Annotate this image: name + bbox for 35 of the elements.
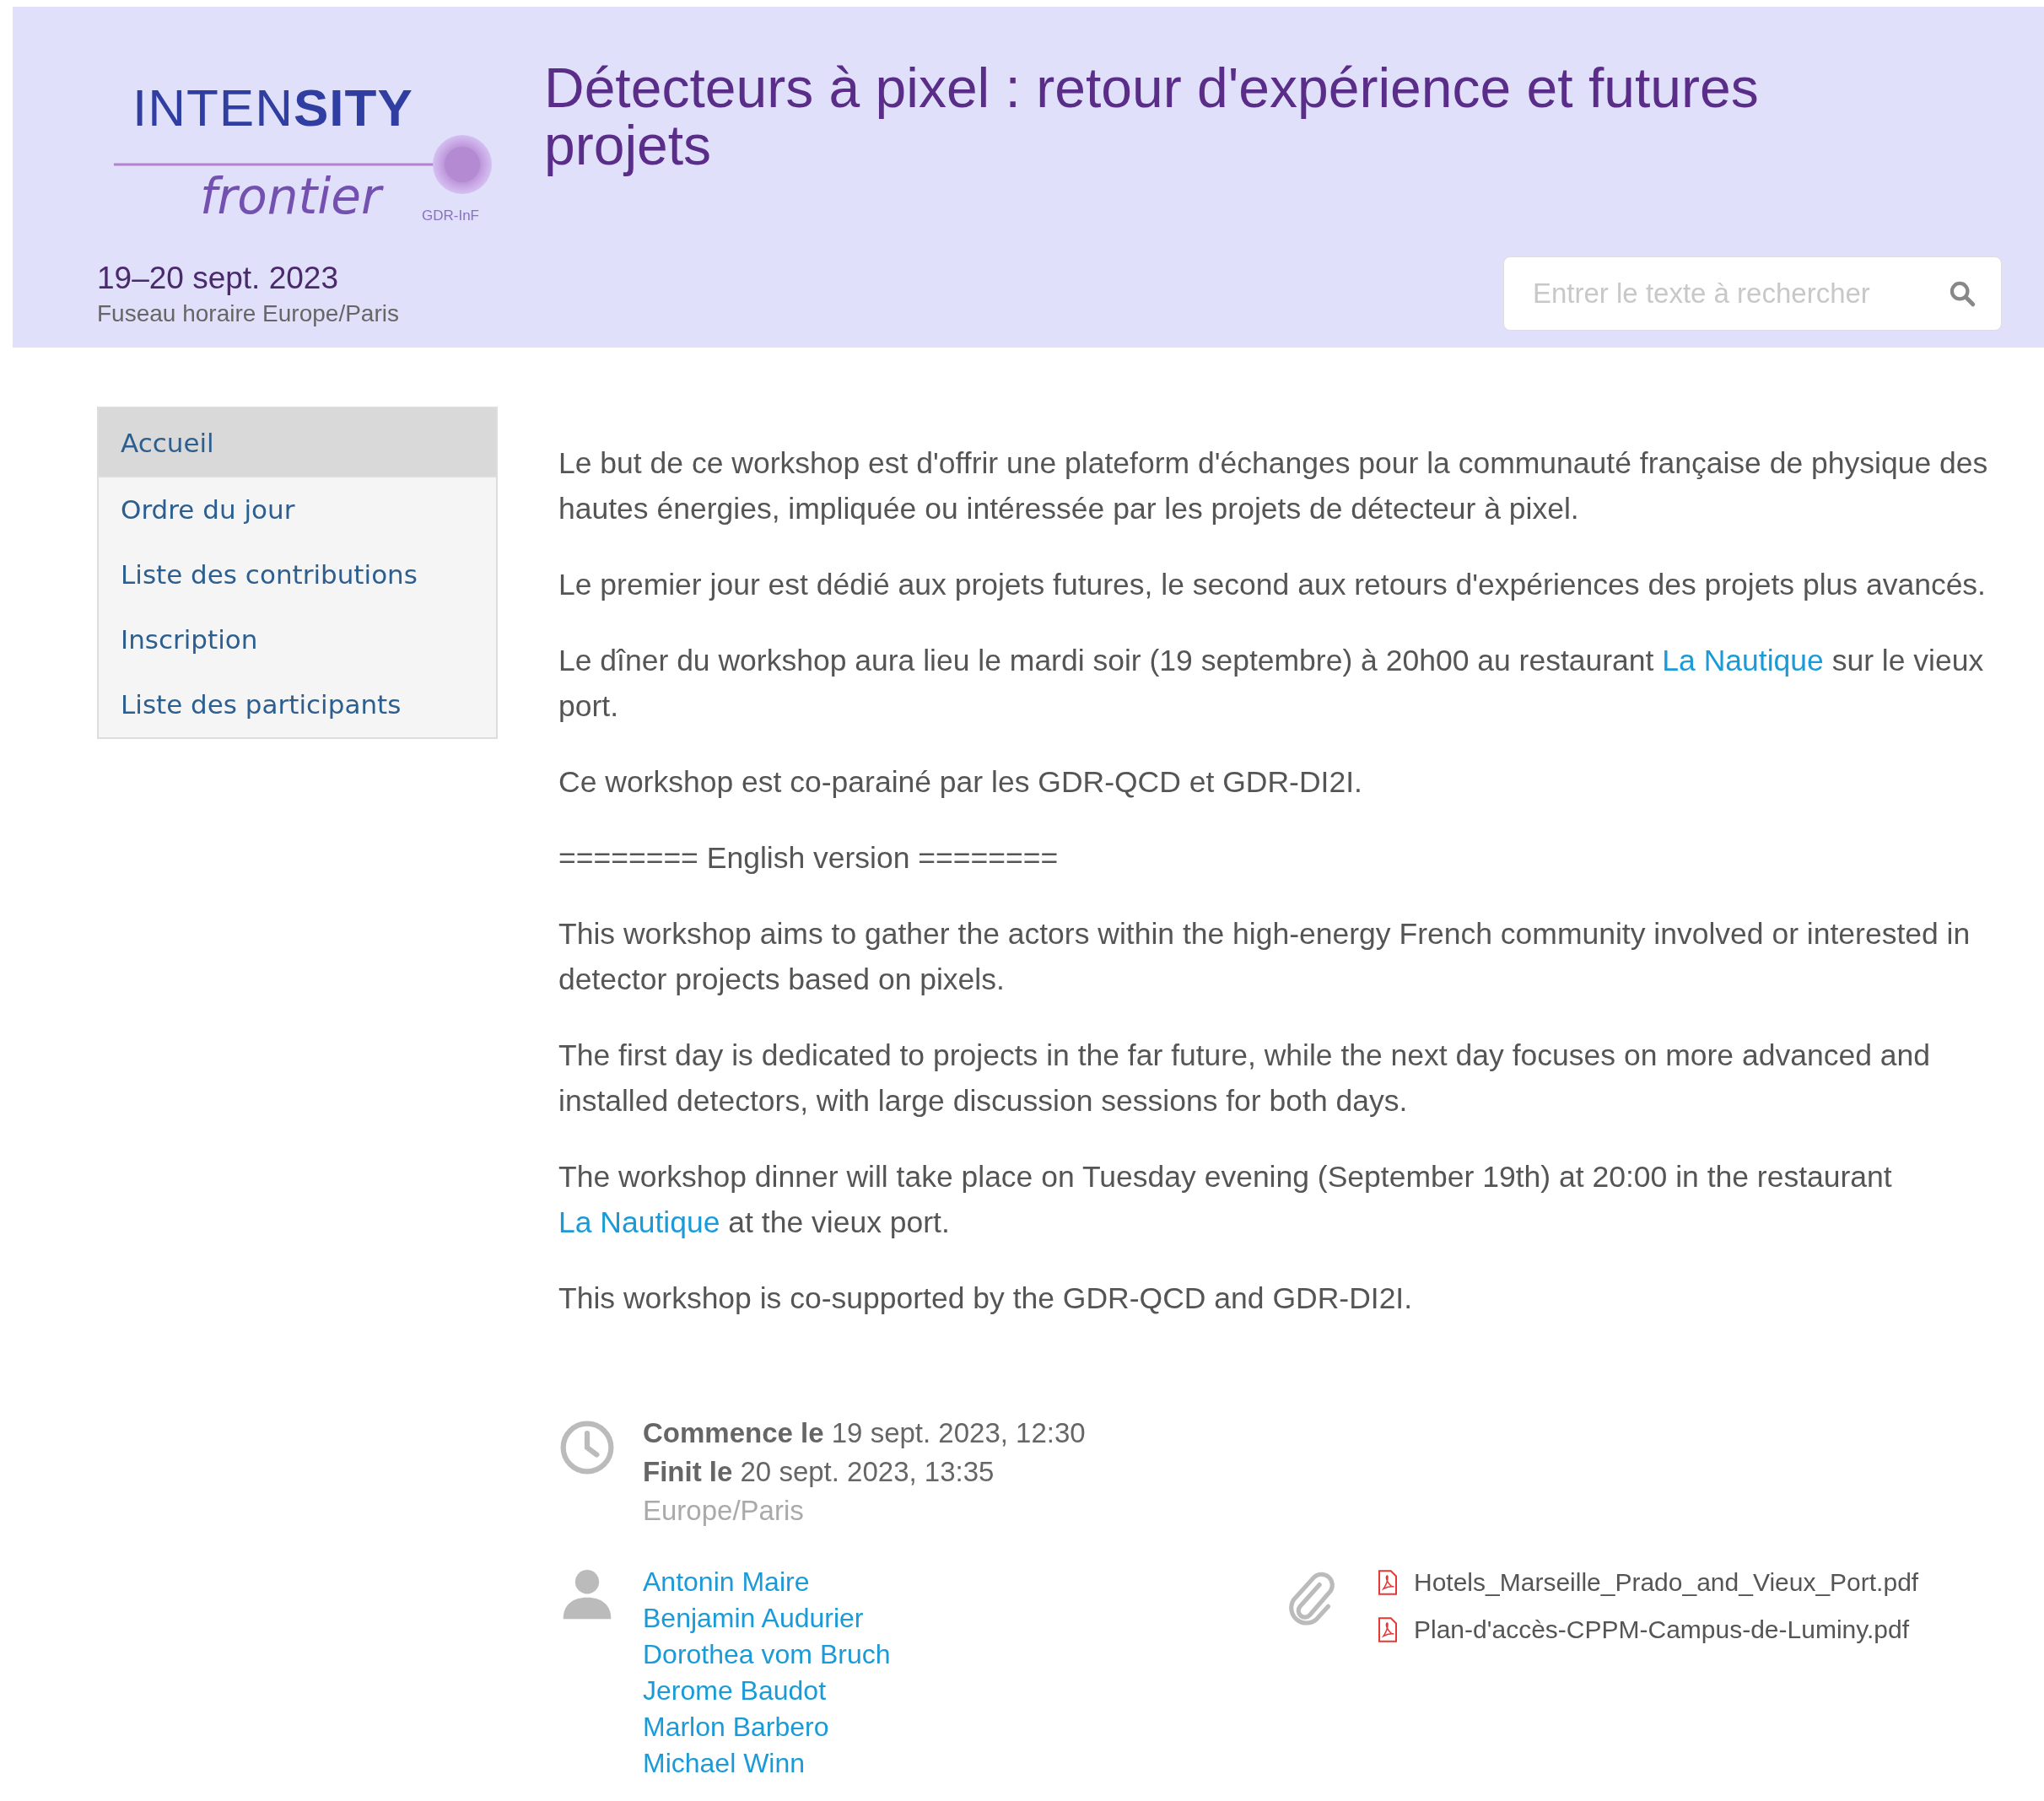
sidebar-item[interactable]: Liste des participants xyxy=(99,672,496,737)
paragraph: This workshop is co-supported by the GDR-QCD and GDR-DI2I. xyxy=(558,1281,1414,1317)
paragraph: The workshop dinner will take place on Tuesday evening (September 19th) at 20:00 in the restaurant La Nautique at the vieux port. xyxy=(558,1159,1893,1241)
paragraph: Le but de ce workshop est d'offrir une plateform d'échanges pour la communauté française de physique des hautes énergies, impliquée ou intéressée par les projets de détecteur à pixel. xyxy=(558,445,1989,527)
search-icon[interactable] xyxy=(1948,279,1977,308)
sidebar-item[interactable]: Ordre du jour xyxy=(99,477,496,542)
sidebar-item[interactable]: Liste des contributions xyxy=(99,542,496,607)
sidebar-item[interactable]: Inscription xyxy=(99,607,496,672)
logo-subtitle: GDR-InF xyxy=(422,207,479,225)
restaurant-link[interactable]: La Nautique xyxy=(1662,644,1824,677)
end-time: Finit le 20 sept. 2023, 13:35 xyxy=(643,1455,995,1489)
pdf-icon xyxy=(1377,1617,1399,1642)
attachment-link[interactable]: Plan-d'accès-CPPM-Campus-de-Luminy.pdf xyxy=(1414,1613,1910,1647)
start-time: Commence le 19 sept. 2023, 12:30 xyxy=(643,1416,1086,1450)
pdf-icon xyxy=(1377,1570,1399,1595)
logo-wordmark: INTENSITY xyxy=(132,78,413,138)
organizer-link[interactable]: Antonin Maire xyxy=(643,1564,810,1600)
organizer-link[interactable]: Benjamin Audurier xyxy=(643,1600,864,1637)
paragraph: Le dîner du workshop aura lieu le mardi soir (19 septembre) à 20h00 au restaurant La Nautique sur le vieux port. xyxy=(558,643,1985,725)
organizer-link[interactable]: Jerome Baudot xyxy=(643,1673,826,1709)
timezone-label: Fuseau horaire Europe/Paris xyxy=(97,299,400,328)
sidebar-item[interactable]: Accueil xyxy=(99,408,496,477)
organizer-link[interactable]: Dorothea vom Bruch xyxy=(643,1637,891,1673)
paragraph: ======== English version ======== xyxy=(558,840,1060,876)
attachment-link[interactable]: Hotels_Marseille_Prado_and_Vieux_Port.pdf xyxy=(1414,1566,1919,1599)
clock-icon xyxy=(558,1419,616,1476)
paragraph: Ce workshop est co-parainé par les GDR-QCD et GDR-DI2I. xyxy=(558,764,1363,801)
restaurant-link[interactable]: La Nautique xyxy=(558,1205,720,1239)
paragraph: This workshop aims to gather the actors within the high-energy French community involved or interested in detector projects based on pixels. xyxy=(558,916,1971,998)
timezone-label: Europe/Paris xyxy=(643,1494,805,1528)
organizer-link[interactable]: Michael Winn xyxy=(643,1745,806,1782)
paragraph: Le premier jour est dédié aux projets futures, le second aux retours d'expériences des projets plus avancés. xyxy=(558,567,1987,603)
paragraph: The first day is dedicated to projects in the far future, while the next day focuses on more advanced and installed detectors, with large discussion sessions for both days. xyxy=(558,1038,1932,1119)
organizer-link[interactable]: Marlon Barbero xyxy=(643,1709,829,1745)
event-dates: 19–20 sept. 2023 xyxy=(97,260,339,297)
